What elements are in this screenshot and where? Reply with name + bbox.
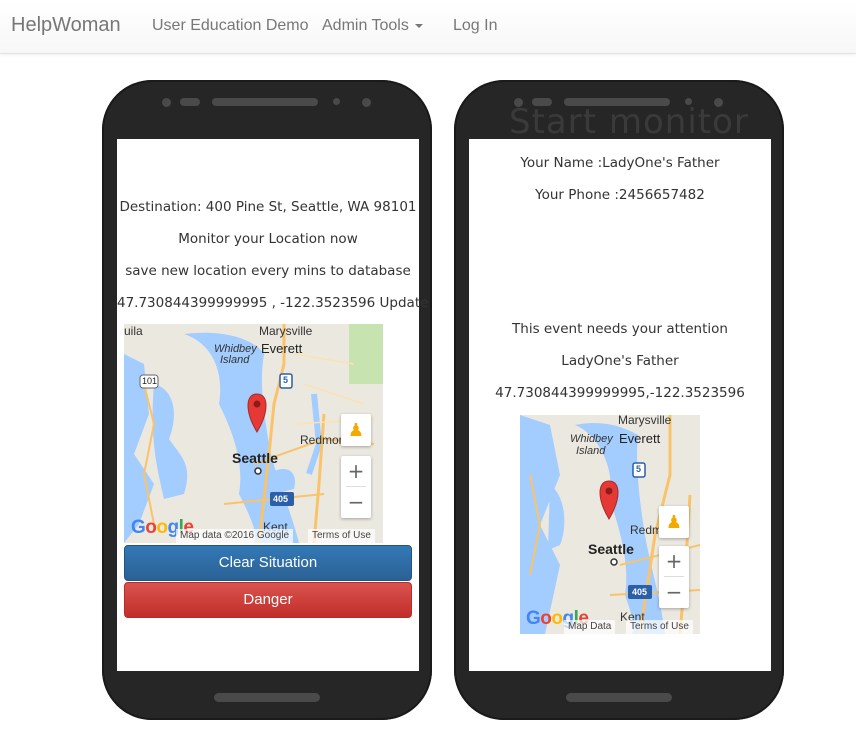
map-label-whidbey: Whidbey	[570, 433, 613, 445]
map-label-i5: 5	[283, 375, 289, 385]
contact-name-text: LadyOne's Father	[561, 353, 679, 369]
sensor-dot	[162, 98, 171, 107]
home-bar	[566, 693, 672, 702]
map-label-i5: 5	[636, 464, 642, 474]
phone-frame-left: Destination: 400 Pine St, Seattle, WA 98…	[102, 80, 432, 720]
camera-pill	[180, 98, 200, 106]
map-terms-link[interactable]: Terms of Use	[626, 620, 693, 634]
nav-user-education[interactable]: User Education Demo	[152, 17, 309, 35]
sensor-dot	[333, 98, 340, 105]
danger-button[interactable]: Danger	[124, 582, 412, 618]
nav-admin-tools[interactable]: Admin Tools	[322, 17, 423, 35]
map-label-everett: Everett	[619, 431, 661, 446]
map-attribution: Map data ©2016 Google	[176, 529, 294, 543]
brand-link[interactable]: HelpWoman	[11, 14, 121, 37]
phone-screen-right: Your Name :LadyOne's Father Your Phone :…	[469, 139, 771, 671]
attention-text: This event needs your attention	[512, 321, 728, 337]
zoom-control: + −	[659, 546, 689, 608]
caret-down-icon	[414, 23, 423, 28]
map-label-hwy-101: 101	[142, 376, 158, 386]
zoom-in-button[interactable]: +	[341, 456, 371, 486]
nav-log-in[interactable]: Log In	[453, 17, 497, 35]
map-label-seattle: Seattle	[232, 450, 278, 466]
map-attribution: Map Data	[564, 620, 616, 634]
map-label-island: Island	[220, 354, 250, 366]
map-label-i405: 405	[632, 587, 648, 597]
zoom-out-button[interactable]: −	[659, 577, 689, 607]
map-label-marysville: Marysville	[618, 415, 672, 427]
map-label-redmond: Redm	[630, 523, 663, 537]
pegman-control[interactable]: ♟	[341, 414, 371, 446]
navbar: HelpWoman User Education Demo Admin Tool…	[0, 0, 856, 54]
clear-situation-button[interactable]: Clear Situation	[124, 545, 412, 581]
map-label-marysville: Marysville	[259, 324, 313, 338]
map-label-i405: 405	[273, 494, 289, 504]
coords-update-text[interactable]: 47.730844399999995 , -122.3523596 Update	[117, 295, 428, 311]
phone-frame-right: Start monitor Your Name :LadyOne's Fathe…	[454, 80, 784, 720]
nav-admin-tools-label: Admin Tools	[322, 17, 409, 34]
destination-text: Destination: 400 Pine St, Seattle, WA 98…	[119, 199, 417, 215]
zoom-out-button[interactable]: −	[341, 487, 371, 517]
your-name-text: Your Name :LadyOne's Father	[520, 155, 720, 171]
event-map[interactable]: Marysville Whidbey Island Everett Redm S…	[520, 415, 700, 634]
map-label-uila: uila	[124, 324, 143, 338]
sensor-dot	[362, 98, 371, 107]
zoom-in-button[interactable]: +	[659, 546, 689, 576]
map-label-seattle: Seattle	[588, 541, 634, 557]
monitor-text: Monitor your Location now	[178, 231, 358, 247]
speaker-bar	[212, 98, 318, 106]
pegman-icon: ♟	[347, 420, 365, 440]
map-terms-link[interactable]: Terms of Use	[308, 529, 375, 543]
coords-text: 47.730844399999995,-122.3523596	[495, 385, 745, 401]
home-bar	[214, 693, 320, 702]
map-label-everett: Everett	[261, 341, 303, 356]
location-map[interactable]: Marysville Whidbey Island Everett Redmon…	[124, 324, 383, 543]
start-monitor-watermark: Start monitor	[509, 102, 749, 142]
pegman-control[interactable]: ♟	[659, 506, 689, 538]
your-phone-text: Your Phone :2456657482	[535, 187, 705, 203]
pegman-icon: ♟	[665, 512, 683, 532]
save-note-text: save new location every mins to database	[125, 263, 411, 279]
zoom-control: + −	[341, 456, 371, 518]
phone-screen-left: Destination: 400 Pine St, Seattle, WA 98…	[117, 139, 428, 671]
map-label-island: Island	[576, 445, 606, 457]
